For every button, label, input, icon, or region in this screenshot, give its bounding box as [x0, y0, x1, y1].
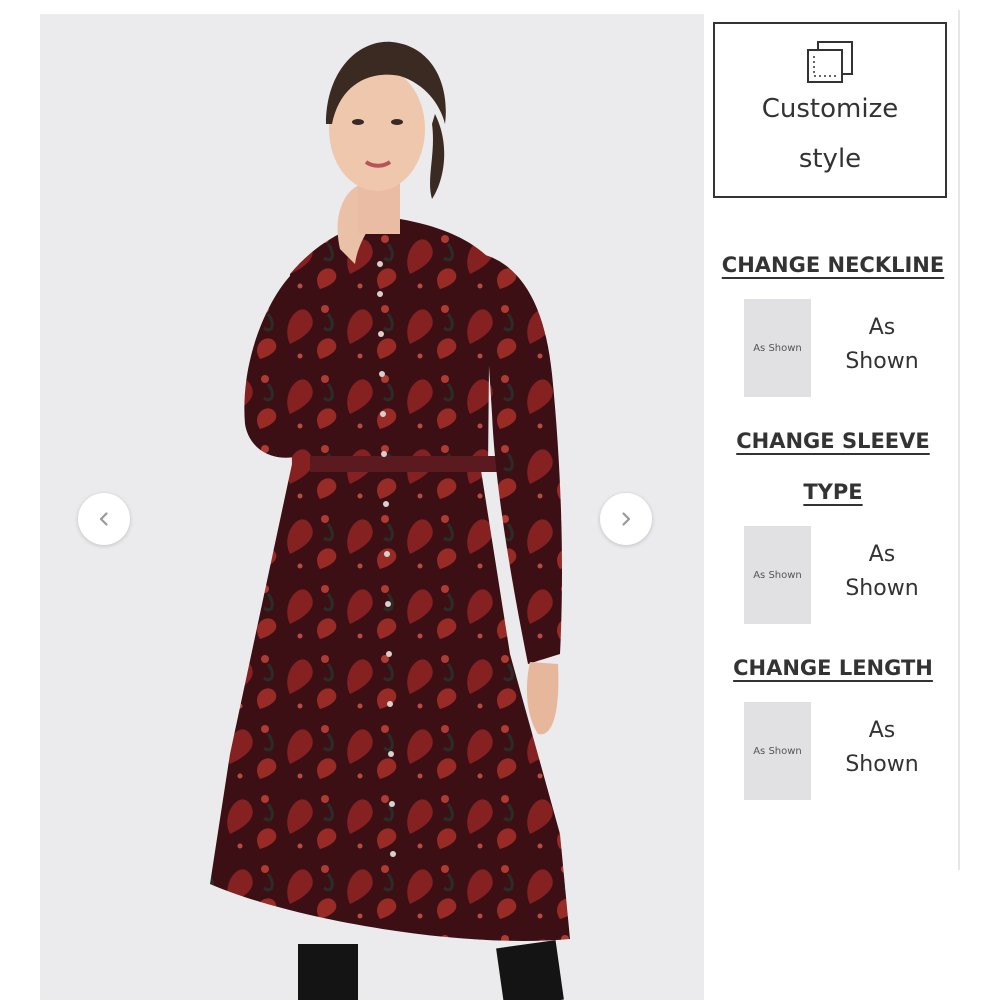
customize-style-button[interactable]: Customize style	[713, 22, 947, 198]
customize-label-line1: Customize	[761, 94, 899, 124]
option-label-line2: Shown	[845, 576, 919, 601]
chevron-right-icon	[622, 512, 631, 526]
option-label-line1: As	[868, 542, 896, 567]
option-label-line2: Shown	[845, 349, 919, 374]
swatch-text: As Shown	[753, 569, 802, 581]
product-image	[40, 14, 704, 1000]
change-length-heading[interactable]: CHANGE LENGTH	[713, 643, 953, 694]
option-label-line1: As	[868, 718, 896, 743]
chevron-left-icon	[99, 512, 108, 526]
panel-divider	[958, 10, 960, 870]
swatch-text: As Shown	[753, 342, 802, 354]
sleeve-option-label: As Shown	[832, 538, 932, 606]
change-neckline-heading[interactable]: CHANGE NECKLINE	[713, 240, 953, 291]
neckline-option-label: As Shown	[832, 311, 932, 379]
layers-icon	[807, 41, 853, 83]
change-sleeve-type-heading[interactable]: CHANGE SLEEVE TYPE	[713, 416, 953, 518]
next-image-button[interactable]	[600, 493, 652, 545]
option-label-line1: As	[868, 315, 896, 340]
customize-label-line2: style	[798, 144, 862, 174]
swatch-text: As Shown	[753, 745, 802, 757]
sleeve-option[interactable]: As Shown As Shown	[744, 526, 944, 624]
length-option-label: As Shown	[832, 714, 932, 782]
sleeve-heading-line1: CHANGE SLEEVE	[736, 429, 930, 453]
previous-image-button[interactable]	[78, 493, 130, 545]
neckline-option[interactable]: As Shown As Shown	[744, 299, 944, 397]
length-option[interactable]: As Shown As Shown	[744, 702, 944, 800]
customize-style-label: Customize style	[762, 84, 898, 184]
option-label-line2: Shown	[845, 752, 919, 777]
sleeve-swatch: As Shown	[744, 526, 811, 624]
sleeve-heading-line2: TYPE	[803, 480, 863, 504]
neckline-swatch: As Shown	[744, 299, 811, 397]
length-swatch: As Shown	[744, 702, 811, 800]
